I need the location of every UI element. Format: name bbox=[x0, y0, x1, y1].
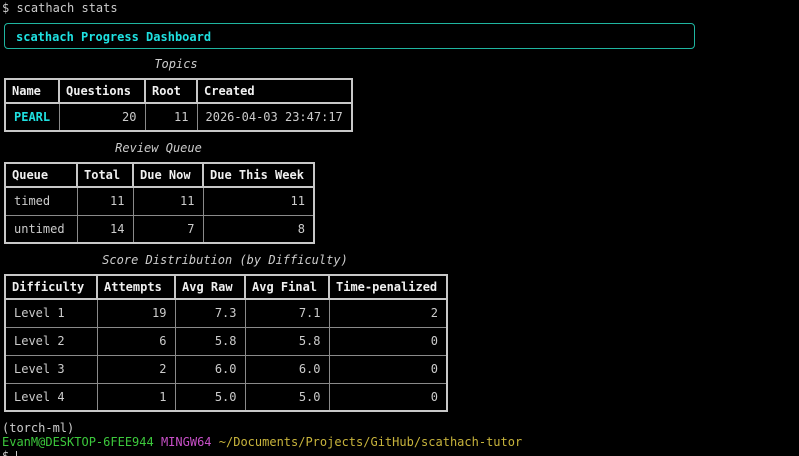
table-cell: 1 bbox=[96, 382, 176, 412]
table-cell: 8 bbox=[202, 214, 315, 244]
column-header-name: Name bbox=[4, 78, 60, 104]
table-cell: Level 2 bbox=[4, 326, 98, 356]
table-header-row: Difficulty Attempts Avg Raw Avg Final Ti… bbox=[4, 274, 448, 300]
table-cell: 5.0 bbox=[244, 382, 330, 412]
prompt-line: EvanM@DESKTOP-6FEE944 MINGW64 ~/Document… bbox=[2, 435, 522, 449]
table-cell: Level 1 bbox=[4, 298, 98, 328]
table-cell: Level 3 bbox=[4, 354, 98, 384]
table-cell: 5.8 bbox=[174, 326, 246, 356]
review-queue-table: Queue Total Due Now Due This Week timed … bbox=[4, 162, 315, 244]
table-cell: 11 bbox=[144, 102, 198, 132]
table-cell: 7.3 bbox=[174, 298, 246, 328]
column-header-total: Total bbox=[76, 162, 134, 188]
table-cell: 2 bbox=[328, 298, 448, 328]
table-cell: 14 bbox=[76, 214, 134, 244]
table-cell: untimed bbox=[4, 214, 78, 244]
column-header-due-now: Due Now bbox=[132, 162, 204, 188]
prompt-shell: MINGW64 bbox=[160, 435, 212, 449]
prompt-path: ~/Documents/Projects/GitHub/scathach-tut… bbox=[218, 435, 523, 449]
column-header-queue: Queue bbox=[4, 162, 78, 188]
table-cell: 0 bbox=[328, 354, 448, 384]
table-header-row: Queue Total Due Now Due This Week bbox=[4, 162, 315, 188]
topics-table: Name Questions Root Created PEARL 20 11 … bbox=[4, 78, 353, 132]
table-cell: PEARL bbox=[4, 102, 60, 132]
table-cell: Level 4 bbox=[4, 382, 98, 412]
table-cell: 7 bbox=[132, 214, 204, 244]
table-row: Level 3 2 6.0 6.0 0 bbox=[4, 354, 448, 384]
table-row: Level 4 1 5.0 5.0 0 bbox=[4, 382, 448, 412]
dashboard-panel: scathach Progress Dashboard bbox=[4, 23, 695, 49]
dashboard-title: scathach Progress Dashboard bbox=[16, 30, 212, 44]
review-queue-caption: Review Queue bbox=[115, 141, 202, 155]
table-cell: 2026-04-03 23:47:17 bbox=[196, 102, 353, 132]
score-distribution-table: Difficulty Attempts Avg Raw Avg Final Ti… bbox=[4, 274, 448, 412]
table-cell: 11 bbox=[76, 186, 134, 216]
table-header-row: Name Questions Root Created bbox=[4, 78, 353, 104]
table-cell: 11 bbox=[202, 186, 315, 216]
table-cell: 7.1 bbox=[244, 298, 330, 328]
text-cursor bbox=[16, 450, 18, 456]
prompt-symbol: $ bbox=[2, 449, 10, 456]
table-cell: 6 bbox=[96, 326, 176, 356]
table-cell: timed bbox=[4, 186, 78, 216]
table-row: untimed 14 7 8 bbox=[4, 214, 315, 244]
column-header-attempts: Attempts bbox=[96, 274, 176, 300]
table-row: timed 11 11 11 bbox=[4, 186, 315, 216]
column-header-avg-raw: Avg Raw bbox=[174, 274, 246, 300]
table-cell: 11 bbox=[132, 186, 204, 216]
table-cell: 5.0 bbox=[174, 382, 246, 412]
topics-caption: Topics bbox=[154, 57, 198, 71]
table-cell: 6.0 bbox=[244, 354, 330, 384]
table-cell: 19 bbox=[96, 298, 176, 328]
table-cell: 20 bbox=[58, 102, 146, 132]
table-row: PEARL 20 11 2026-04-03 23:47:17 bbox=[4, 102, 353, 132]
prompt-user-host: EvanM@DESKTOP-6FEE944 bbox=[2, 435, 154, 449]
table-cell: 0 bbox=[328, 326, 448, 356]
column-header-created: Created bbox=[196, 78, 353, 104]
command-line: $ scathach stats bbox=[2, 1, 118, 15]
score-distribution-caption: Score Distribution (by Difficulty) bbox=[102, 253, 348, 267]
input-line[interactable]: $ bbox=[2, 449, 18, 456]
table-cell: 2 bbox=[96, 354, 176, 384]
table-cell: 5.8 bbox=[244, 326, 330, 356]
column-header-questions: Questions bbox=[58, 78, 146, 104]
column-header-difficulty: Difficulty bbox=[4, 274, 98, 300]
column-header-time-penalized: Time-penalized bbox=[328, 274, 448, 300]
column-header-avg-final: Avg Final bbox=[244, 274, 330, 300]
table-cell: 6.0 bbox=[174, 354, 246, 384]
table-row: Level 1 19 7.3 7.1 2 bbox=[4, 298, 448, 328]
column-header-root: Root bbox=[144, 78, 198, 104]
env-line: (torch-ml) bbox=[2, 421, 75, 435]
table-row: Level 2 6 5.8 5.8 0 bbox=[4, 326, 448, 356]
table-cell: 0 bbox=[328, 382, 448, 412]
column-header-due-this-week: Due This Week bbox=[202, 162, 315, 188]
